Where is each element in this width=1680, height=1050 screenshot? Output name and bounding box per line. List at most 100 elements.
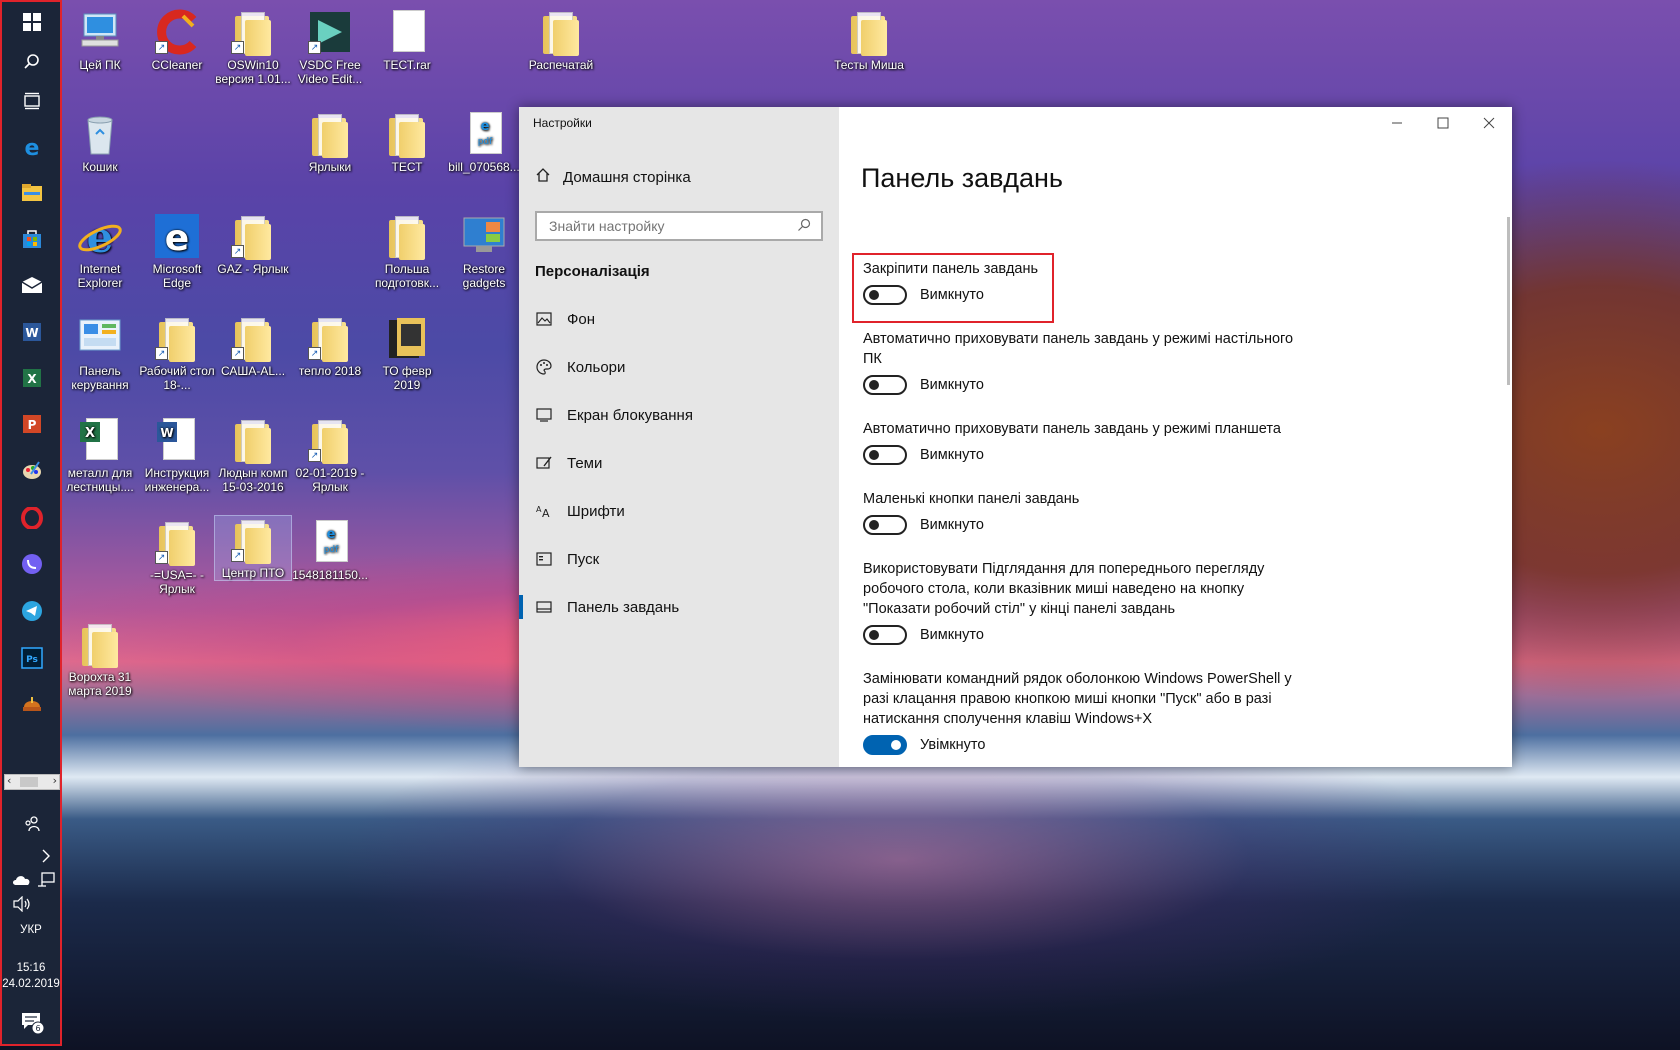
nav-item-taskbar[interactable]: Панель завдань	[519, 587, 839, 627]
volume-icon[interactable]	[6, 888, 38, 920]
desktop-icon-raspechatai[interactable]: Распечатай	[523, 8, 599, 72]
desktop-icon-this-pc[interactable]: Цей ПК	[62, 8, 138, 72]
viber-icon[interactable]	[16, 548, 48, 580]
settings-content: Панель завдань Закріпити панель завдань …	[839, 107, 1512, 767]
svg-text:e: e	[165, 218, 189, 259]
desktop-icon-to-fevr-2019[interactable]: ТО февр 2019	[369, 314, 445, 392]
toggle-switch[interactable]	[863, 445, 907, 465]
excel-icon[interactable]: X	[16, 362, 48, 394]
vertical-taskbar: e W X P Ps ‹ › УКР 15:16 24.02.2019 6	[0, 0, 62, 1046]
nav-item-fonts[interactable]: AA Шрифти	[519, 491, 839, 531]
scroll-right-arrow-icon[interactable]: ›	[53, 774, 57, 787]
maximize-icon[interactable]	[1420, 107, 1466, 139]
edge-icon[interactable]: e	[16, 131, 48, 163]
desktop-icon-rabochiy-stol[interactable]: ↗ Рабочий стол 18-...	[139, 314, 215, 392]
desktop-icon-centr-pto[interactable]: ↗ Центр ПТО	[214, 515, 292, 581]
clock-date[interactable]: 24.02.2019	[2, 978, 60, 990]
toggle-switch[interactable]	[863, 515, 907, 535]
opera-icon[interactable]	[16, 502, 48, 534]
taskbar-scrollbar[interactable]: ‹ ›	[4, 774, 60, 790]
settings-search-box[interactable]	[535, 211, 823, 241]
notification-count-badge: 6	[35, 1024, 40, 1033]
desktop-icon-vsdc[interactable]: ↗ VSDC Free Video Edit...	[292, 8, 368, 86]
page-title: Панель завдань	[861, 163, 1063, 193]
scroll-left-arrow-icon[interactable]: ‹	[7, 774, 11, 787]
desktop-icon-label: Центр ПТО	[221, 566, 285, 580]
content-scrollbar[interactable]	[1507, 217, 1510, 385]
close-icon[interactable]	[1466, 107, 1512, 139]
desktop-icon-microsoft-edge[interactable]: e Microsoft Edge	[139, 212, 215, 290]
paint-icon[interactable]	[16, 455, 48, 487]
desktop-icon-teplo-2018[interactable]: ↗ тепло 2018	[292, 314, 368, 378]
svg-text:e: e	[87, 213, 114, 260]
desktop-icon-sasha[interactable]: ↗ САША-АL...	[215, 314, 291, 378]
photoshop-icon[interactable]: Ps	[16, 642, 48, 674]
search-icon[interactable]	[797, 218, 811, 235]
minimize-icon[interactable]	[1374, 107, 1420, 139]
desktop-icon-02-01-2019[interactable]: ↗ 02-01-2019 - Ярлык	[292, 416, 368, 494]
picture-icon	[535, 312, 553, 326]
desktop-icon-testy-misha[interactable]: Тесты Миша	[831, 8, 907, 72]
desktop-icon-label: Людын комп 15-03-2016	[218, 466, 288, 494]
scrollbar-thumb[interactable]	[20, 777, 38, 787]
desktop-icon-label: Инструкция инженера...	[144, 466, 210, 494]
svg-text:X: X	[85, 426, 95, 441]
desktop-icon-vorohta[interactable]: Ворохта 31 марта 2019	[62, 620, 138, 698]
svg-text:X: X	[27, 372, 37, 386]
people-icon[interactable]	[16, 808, 48, 840]
nav-item-lock-screen[interactable]: Екран блокування	[519, 395, 839, 435]
clock-time[interactable]: 15:16	[2, 962, 60, 974]
desktop-icon-control-panel[interactable]: Панель керування	[62, 314, 138, 392]
desktop-icon-bill-pdf[interactable]: e pdf bill_070568...	[446, 110, 522, 174]
desktop-icon-restore-gadgets[interactable]: Restore gadgets	[446, 212, 522, 290]
toggle-switch[interactable]	[863, 625, 907, 645]
desktop-icon-label: Тесты Миша	[834, 58, 904, 72]
desktop-icon-polsha[interactable]: Польша подготовк...	[369, 212, 445, 290]
desktop-icon-metall-excel[interactable]: X металл для лестницы....	[62, 416, 138, 494]
desktop-icon-yarlyki[interactable]: Ярлыки	[292, 110, 368, 174]
search-icon[interactable]	[16, 46, 48, 78]
desktop-icon-ccleaner[interactable]: ↗ CCleaner	[139, 8, 215, 72]
desktop-icon-instrukciya-word[interactable]: W Инструкция инженера...	[139, 416, 215, 494]
desktop-icon-label: Цей ПК	[79, 58, 121, 72]
fonts-icon: AA	[535, 504, 553, 518]
toggle-state-label: Вимкнуто	[920, 517, 984, 533]
setting-label: Замінювати командний рядок оболонкою Win…	[863, 671, 1292, 727]
nav-item-themes[interactable]: Теми	[519, 443, 839, 483]
store-icon[interactable]	[16, 223, 48, 255]
action-center-icon[interactable]: 6	[16, 1006, 48, 1038]
settings-sidebar: Настройки Домашня сторінка Персоналізаці…	[519, 107, 839, 767]
helmet-icon[interactable]	[16, 688, 48, 720]
nav-item-label: Екран блокування	[567, 406, 693, 424]
desktop-icon-1548181150-pdf[interactable]: e pdf 1548181150...	[292, 518, 368, 582]
desktop-icon-test-folder[interactable]: ТЕСТ	[369, 110, 445, 174]
search-input[interactable]	[547, 217, 791, 235]
toggle-switch[interactable]	[863, 735, 907, 755]
word-icon[interactable]: W	[16, 316, 48, 348]
nav-item-label: Пуск	[567, 550, 600, 568]
folder-icon[interactable]	[16, 177, 48, 209]
home-link[interactable]: Домашня сторінка	[535, 167, 691, 187]
desktop-icon-label: Ворохта 31 марта 2019	[68, 670, 132, 698]
desktop-icon-test-rar[interactable]: ТЕСТ.rar	[369, 8, 445, 72]
task-view-icon[interactable]	[16, 85, 48, 117]
nav-item-start[interactable]: Пуск	[519, 539, 839, 579]
powerpoint-icon[interactable]: P	[16, 408, 48, 440]
desktop-icon-internet-explorer[interactable]: e Internet Explorer	[62, 212, 138, 290]
nav-item-background[interactable]: Фон	[519, 299, 839, 339]
desktop-icon-label: Распечатай	[528, 58, 594, 72]
desktop-icon-gaz[interactable]: ↗ GAZ - Ярлык	[215, 212, 291, 276]
toggle-state-label: Вимкнуто	[920, 627, 984, 643]
nav-item-colors[interactable]: Кольори	[519, 347, 839, 387]
desktop-icon-oswin10[interactable]: ↗ OSWin10 версия 1.01...	[215, 8, 291, 86]
input-language-indicator[interactable]: УКР	[2, 924, 60, 936]
desktop-icon-recycle-bin[interactable]: Кошик	[62, 110, 138, 174]
desktop-icon-lyudyn-komp[interactable]: Людын комп 15-03-2016	[215, 416, 291, 494]
window-title: Настройки	[533, 116, 592, 130]
windows-logo-icon[interactable]	[16, 6, 48, 38]
toggle-switch[interactable]	[863, 375, 907, 395]
desktop-icon-label: металл для лестницы....	[66, 466, 134, 494]
telegram-icon[interactable]	[16, 595, 48, 627]
desktop-icon-usa[interactable]: ↗ -=USA=- - Ярлык	[139, 518, 215, 596]
mail-icon[interactable]	[16, 269, 48, 301]
